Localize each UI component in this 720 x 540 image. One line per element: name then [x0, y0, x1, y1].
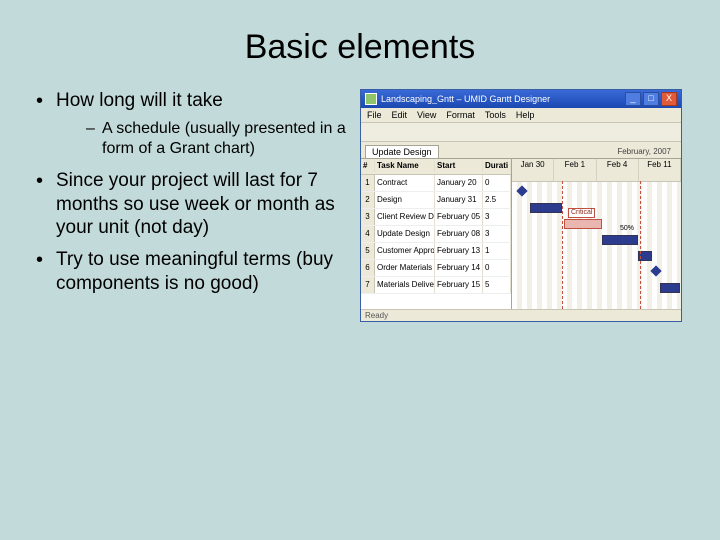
- close-button[interactable]: X: [661, 92, 677, 106]
- tab-update-design[interactable]: Update Design: [365, 145, 439, 158]
- tab-strip: Update Design February, 2007: [361, 142, 681, 158]
- cell-dur: 0: [483, 175, 511, 191]
- menu-tools[interactable]: Tools: [485, 110, 506, 120]
- menu-bar: File Edit View Format Tools Help: [361, 108, 681, 123]
- gantt-bar: [530, 203, 562, 213]
- cell-num: 4: [361, 226, 375, 242]
- col-num: #: [361, 161, 375, 172]
- table-row[interactable]: 3Client Review DesignFebruary 053: [361, 209, 511, 226]
- slide-title: Basic elements: [0, 0, 720, 67]
- cell-task: Client Review Design: [375, 209, 435, 225]
- task-table: # Task Name Start Durati on 1ContractJan…: [361, 159, 512, 309]
- cell-task: Design: [375, 192, 435, 208]
- cell-num: 5: [361, 243, 375, 259]
- bullet-1a: A schedule (usually presented in a form …: [86, 119, 360, 159]
- maximize-button[interactable]: □: [643, 92, 659, 106]
- cell-dur: 1: [483, 243, 511, 259]
- cell-dur: 3: [483, 226, 511, 242]
- bullet-column: How long will it take A schedule (usuall…: [30, 89, 360, 322]
- percent-label: 50%: [620, 225, 634, 232]
- marker-line: [640, 181, 641, 309]
- cell-start: February 08: [435, 226, 483, 242]
- menu-edit[interactable]: Edit: [392, 110, 408, 120]
- table-row[interactable]: 5Customer ApprovalFebruary 131: [361, 243, 511, 260]
- cell-task: Contract: [375, 175, 435, 191]
- cell-dur: 5: [483, 277, 511, 293]
- bullet-3: Try to use meaningful terms (buy compone…: [30, 248, 360, 296]
- timeline-col: Feb 1: [554, 159, 596, 181]
- timeline-col: Jan 30: [512, 159, 554, 181]
- toolbar: [361, 123, 681, 142]
- cell-task: Update Design: [375, 226, 435, 242]
- window-title: Landscaping_Gntt – UMID Gantt Designer: [381, 94, 625, 104]
- timeline-col: Feb 4: [597, 159, 639, 181]
- cell-dur: 3: [483, 209, 511, 225]
- status-bar: Ready: [361, 309, 681, 321]
- menu-view[interactable]: View: [417, 110, 436, 120]
- cell-task: Order Materials: [375, 260, 435, 276]
- cell-task: Materials Delivery: [375, 277, 435, 293]
- bullet-1-text: How long will it take: [56, 90, 223, 111]
- today-line: [562, 181, 563, 309]
- cell-num: 6: [361, 260, 375, 276]
- cell-num: 3: [361, 209, 375, 225]
- minimize-button[interactable]: _: [625, 92, 641, 106]
- menu-help[interactable]: Help: [516, 110, 535, 120]
- col-start: Start: [435, 161, 483, 172]
- window-titlebar: Landscaping_Gntt – UMID Gantt Designer _…: [361, 90, 681, 108]
- milestone-icon: [650, 265, 661, 276]
- cell-start: February 14: [435, 260, 483, 276]
- cell-start: January 31: [435, 192, 483, 208]
- menu-file[interactable]: File: [367, 110, 382, 120]
- gantt-bar: [602, 235, 638, 245]
- table-row[interactable]: 6Order MaterialsFebruary 140: [361, 260, 511, 277]
- app-icon: [365, 93, 377, 105]
- table-header: # Task Name Start Durati on: [361, 159, 511, 175]
- menu-format[interactable]: Format: [446, 110, 475, 120]
- cell-start: February 13: [435, 243, 483, 259]
- cell-num: 1: [361, 175, 375, 191]
- cell-num: 7: [361, 277, 375, 293]
- timeline-col: Feb 11: [639, 159, 681, 181]
- critical-label: Critical: [568, 208, 595, 218]
- cell-dur: 2.5: [483, 192, 511, 208]
- cell-num: 2: [361, 192, 375, 208]
- col-task: Task Name: [375, 161, 435, 172]
- slide-body: How long will it take A schedule (usuall…: [0, 67, 720, 322]
- table-row[interactable]: 2DesignJanuary 312.5: [361, 192, 511, 209]
- cell-task: Customer Approval: [375, 243, 435, 259]
- table-row[interactable]: 4Update DesignFebruary 083: [361, 226, 511, 243]
- gantt-screenshot: Landscaping_Gntt – UMID Gantt Designer _…: [360, 89, 682, 322]
- milestone-icon: [516, 185, 527, 196]
- bullet-1: How long will it take A schedule (usuall…: [30, 89, 360, 159]
- cell-dur: 0: [483, 260, 511, 276]
- bullet-2: Since your project will last for 7 month…: [30, 169, 360, 240]
- gantt-bar-critical: [564, 219, 602, 229]
- gantt-grid: # Task Name Start Durati on 1ContractJan…: [361, 158, 681, 309]
- table-row[interactable]: 1ContractJanuary 200: [361, 175, 511, 192]
- timeline-header: Jan 30 Feb 1 Feb 4 Feb 11: [512, 159, 681, 182]
- cell-start: January 20: [435, 175, 483, 191]
- gantt-timeline: Jan 30 Feb 1 Feb 4 Feb 11 Critical 50%: [512, 159, 681, 309]
- cell-start: February 05: [435, 209, 483, 225]
- gantt-bar: [660, 283, 680, 293]
- cell-start: February 15: [435, 277, 483, 293]
- table-row[interactable]: 7Materials DeliveryFebruary 155: [361, 277, 511, 294]
- col-dur: Durati on: [483, 161, 511, 172]
- month-label: February, 2007: [611, 145, 677, 158]
